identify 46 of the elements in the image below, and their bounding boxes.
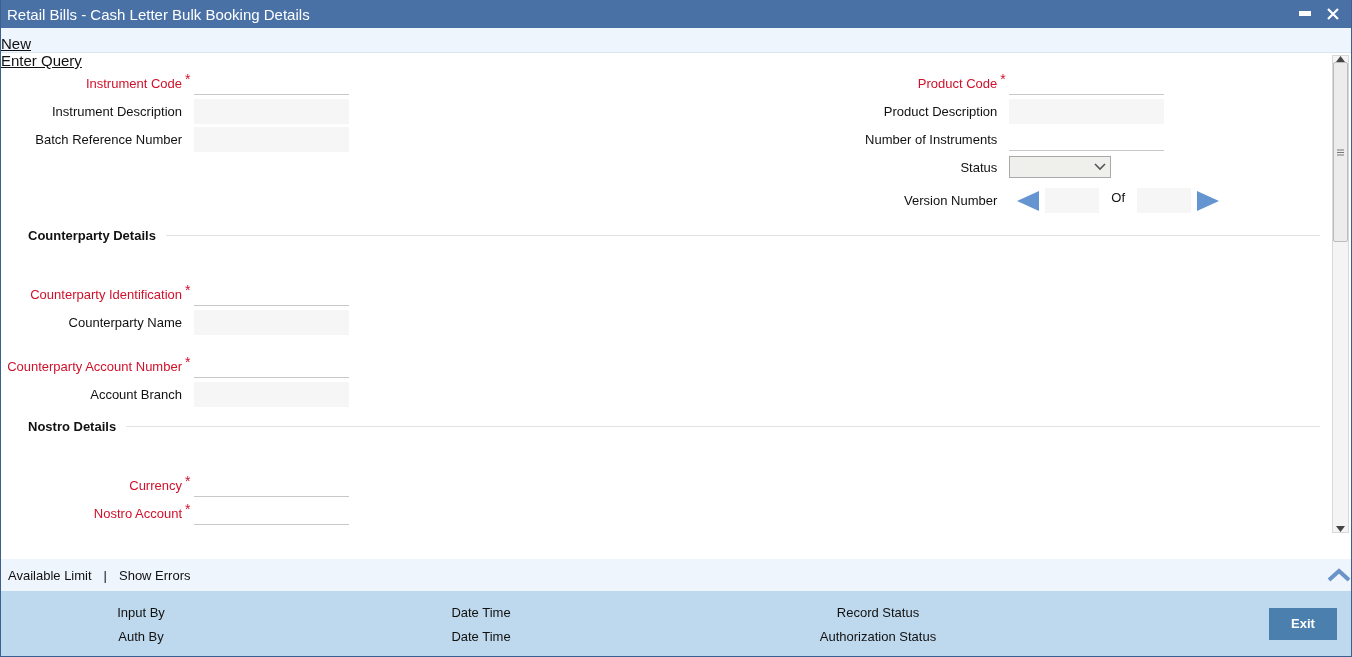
required-mark: * <box>185 501 191 517</box>
minimize-icon[interactable] <box>1299 11 1311 17</box>
status-dropdown[interactable] <box>1009 156 1112 178</box>
next-arrow-icon[interactable] <box>1197 190 1219 211</box>
show-errors-link[interactable]: Show Errors <box>119 567 191 583</box>
audit-label: Date Time <box>451 604 511 620</box>
section-title: Counterparty Details <box>27 227 157 243</box>
audit-label: Auth By <box>118 628 164 644</box>
required-mark: * <box>185 354 191 370</box>
scroll-down-icon <box>1336 526 1345 532</box>
field-label: Account Branch <box>89 386 182 402</box>
required-mark: * <box>185 473 191 489</box>
audit-label: Authorization Status <box>819 628 937 644</box>
available-limit-link[interactable]: Available Limit <box>8 567 92 583</box>
field-label: Instrument Code <box>84 75 182 91</box>
field-label: Batch Reference Number <box>34 131 182 147</box>
of-label: Of <box>1111 190 1125 205</box>
chevron-down-icon <box>1094 163 1107 171</box>
field-label: Counterparty Name <box>67 314 182 330</box>
new-link[interactable]: New <box>1 35 31 52</box>
enter-query-link[interactable]: Enter Query <box>1 52 82 69</box>
field-label: Currency <box>128 477 182 493</box>
section-title: Nostro Details <box>27 418 118 434</box>
field-label: Instrument Description <box>50 103 182 119</box>
field-label: Counterparty Identification <box>29 286 182 302</box>
chevron-up-icon[interactable] <box>1327 568 1351 582</box>
exit-button[interactable]: Exit <box>1269 607 1337 640</box>
previous-arrow-icon[interactable] <box>1017 190 1040 211</box>
field-label: Number of Instruments <box>864 131 998 147</box>
scrollbar[interactable] <box>1332 55 1349 533</box>
window-title: Retail Bills - Cash Letter Bulk Booking Details <box>7 5 311 23</box>
required-mark: * <box>185 282 191 298</box>
audit-label: Input By <box>117 604 165 620</box>
field-label: Product Description <box>882 103 998 119</box>
audit-label: Record Status <box>836 604 920 620</box>
field-label: Counterparty Account Number <box>6 358 182 374</box>
grip-icon <box>1337 148 1344 156</box>
field-label: Version Number <box>903 193 998 208</box>
required-mark: * <box>1000 71 1006 87</box>
field-label: Status <box>959 159 998 175</box>
separator: | <box>103 567 107 583</box>
field-label: Nostro Account <box>92 505 182 521</box>
required-mark: * <box>185 71 191 87</box>
close-icon[interactable] <box>1327 8 1339 20</box>
audit-label: Date Time <box>451 628 511 644</box>
field-label: Product Code <box>916 75 998 91</box>
